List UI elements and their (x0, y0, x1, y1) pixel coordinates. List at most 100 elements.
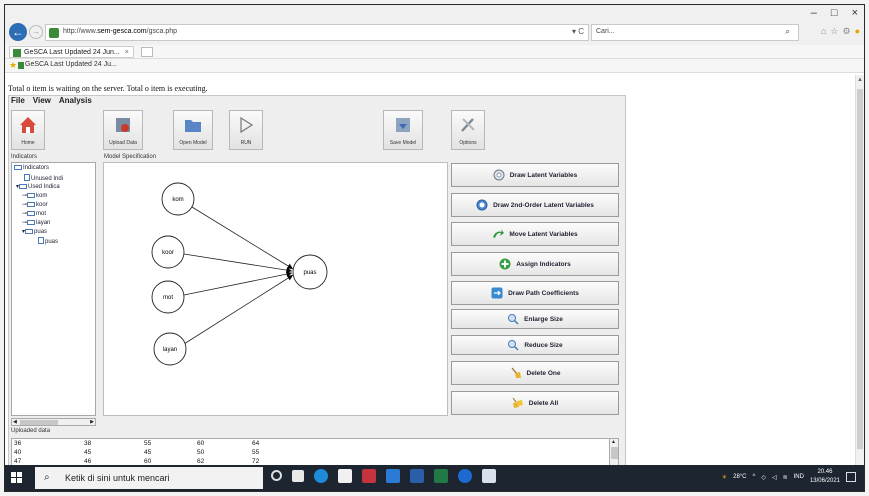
favorites-star-icon[interactable]: ☆ (830, 26, 838, 37)
upload-data-button[interactable]: Upload Data (103, 110, 143, 150)
notification-icon[interactable] (846, 472, 856, 482)
home-icon[interactable]: ⌂ (821, 26, 826, 37)
app-icon[interactable] (362, 469, 376, 483)
refresh-icon[interactable]: ▾ C (572, 27, 584, 36)
scrollbar-thumb[interactable] (611, 447, 618, 459)
model-specification-label: Model Specification (104, 154, 157, 160)
reduce-size-button[interactable]: Reduce Size (451, 335, 619, 355)
uploaded-data-table[interactable]: 36 38 55 60 64 40 45 45 50 55 47 46 60 6… (11, 438, 611, 468)
path-arrow (183, 253, 293, 273)
assign-indicators-button[interactable]: Assign Indicators (451, 252, 619, 276)
minimize-icon[interactable]: – (811, 7, 817, 19)
indicators-label: Indicators (11, 154, 38, 160)
data-table-scrollbar[interactable]: ▲ (609, 438, 619, 468)
tree-node-item[interactable]: ⊸ koor (22, 201, 48, 208)
scroll-right-icon[interactable]: ▶ (90, 419, 94, 425)
gallery-icon[interactable] (482, 469, 496, 483)
forward-arrow-icon[interactable]: → (29, 25, 43, 39)
tree-horizontal-scrollbar[interactable]: ◀ ▶ (11, 418, 96, 426)
latent-node-puas[interactable]: puas (292, 254, 328, 290)
scroll-left-icon[interactable]: ◀ (13, 419, 17, 425)
scroll-up-icon[interactable]: ▲ (857, 77, 863, 83)
feedback-smiley-icon[interactable]: ● (855, 26, 860, 37)
wifi-icon[interactable]: ≋ (783, 474, 788, 481)
window-title-bar: – □ × (5, 5, 864, 21)
scroll-up-icon[interactable]: ▲ (611, 439, 616, 445)
temperature[interactable]: 28°C (733, 474, 746, 480)
weather-icon[interactable]: ☀ (722, 474, 727, 481)
favorites-star-icon: ★ (9, 60, 18, 70)
tree-node-item[interactable]: ▾ puas (22, 228, 47, 235)
input-language[interactable]: IND (794, 474, 804, 480)
taskbar-apps (271, 469, 496, 483)
draw-path-coefficients-button[interactable]: Draw Path Coefficients (451, 281, 619, 305)
path-diagram: kom koor mot layan puas (151, 182, 328, 366)
scrollbar-thumb[interactable] (20, 420, 58, 425)
tab-close-icon[interactable]: × (125, 49, 129, 56)
latent-node-kom[interactable]: kom (161, 182, 195, 216)
save-model-button[interactable]: Save Model (383, 110, 423, 150)
back-arrow-icon[interactable]: ← (9, 23, 27, 41)
tree-node-leaf[interactable]: puas (38, 237, 58, 245)
tree-node-item[interactable]: ⊸ layan (22, 219, 50, 226)
move-latent-variables-button[interactable]: Move Latent Variables (451, 222, 619, 246)
tree-node-used[interactable]: ▾ Used Indica (16, 183, 60, 190)
address-url: http://www.sem-gesca.com/gsca.php (63, 28, 177, 35)
page-scrollbar[interactable]: ▲ (855, 75, 864, 467)
svg-text:mot: mot (163, 295, 173, 301)
windows-taskbar: ⌕ Ketik di sini untuk mencari ☀ 28°C ^ ◇… (5, 465, 864, 491)
delete-all-button[interactable]: Delete All (451, 391, 619, 415)
word-icon[interactable] (410, 469, 424, 483)
plus-icon (499, 258, 511, 270)
favorite-gesca[interactable]: ★ GeSCA Last Updated 24 Ju... (9, 60, 117, 70)
menu-analysis[interactable]: Analysis (59, 96, 92, 107)
folder-open-icon (185, 120, 201, 132)
draw-latent-variables-button[interactable]: Draw Latent Variables (451, 163, 619, 187)
store-icon[interactable] (338, 469, 352, 483)
internet-explorer-icon[interactable] (458, 469, 472, 483)
database-upload-icon (116, 118, 130, 132)
close-icon[interactable]: × (852, 7, 858, 19)
tree-node-item[interactable]: ⊸ mot (22, 210, 46, 217)
search-icon[interactable]: ⌕ (785, 26, 790, 37)
taskbar-clock[interactable]: 20.46 13/06/2021 (810, 468, 840, 486)
edge-browser-icon[interactable] (314, 469, 328, 483)
latent-node-mot[interactable]: mot (151, 280, 185, 314)
latent-node-layan[interactable]: layan (153, 332, 187, 366)
options-button[interactable]: Options (451, 110, 485, 150)
cortana-icon[interactable] (271, 470, 282, 481)
volume-icon[interactable]: ◁ (772, 474, 777, 481)
mail-icon[interactable] (386, 469, 400, 483)
model-canvas[interactable]: kom koor mot layan puas (103, 162, 448, 416)
page-icon (18, 62, 24, 69)
tree-node-item[interactable]: ⊸ kom (22, 192, 47, 199)
address-bar[interactable]: http://www.sem-gesca.com/gsca.php ▾ C (45, 24, 589, 41)
applet-menubar: File View Analysis (9, 96, 92, 107)
tree-node-unused[interactable]: Unused Indi (24, 174, 63, 182)
latent-node-koor[interactable]: koor (151, 235, 185, 269)
maximize-icon[interactable]: □ (831, 7, 838, 19)
menu-view[interactable]: View (33, 96, 51, 107)
draw-2nd-order-latent-variables-button[interactable]: Draw 2nd-Order Latent Variables (451, 193, 619, 217)
menu-file[interactable]: File (11, 96, 25, 107)
enlarge-size-button[interactable]: Enlarge Size (451, 309, 619, 329)
delete-one-button[interactable]: Delete One (451, 361, 619, 385)
task-view-icon[interactable] (292, 470, 304, 482)
run-button[interactable]: RUN (229, 110, 263, 150)
open-model-button[interactable]: Open Model (173, 110, 213, 150)
taskbar-search-box[interactable]: ⌕ Ketik di sini untuk mencari (35, 467, 263, 489)
browser-search-box[interactable]: Cari... (591, 24, 799, 41)
broom-icon (511, 367, 521, 378)
home-button[interactable]: Home (11, 110, 45, 150)
new-tab-button[interactable] (141, 47, 153, 57)
floppy-save-icon (396, 118, 410, 132)
network-icon[interactable]: ◇ (761, 474, 766, 481)
tree-node-indicators[interactable]: Indicators (14, 165, 49, 171)
folder-icon (27, 220, 36, 225)
tray-chevron-icon[interactable]: ^ (753, 474, 756, 480)
windows-start-icon[interactable] (11, 472, 23, 484)
tab-gesca[interactable]: GeSCA Last Updated 24 Jun... × (9, 46, 134, 58)
scrollbar-thumb[interactable] (857, 89, 863, 449)
excel-icon[interactable] (434, 469, 448, 483)
settings-gear-icon[interactable]: ⚙ (842, 26, 850, 37)
